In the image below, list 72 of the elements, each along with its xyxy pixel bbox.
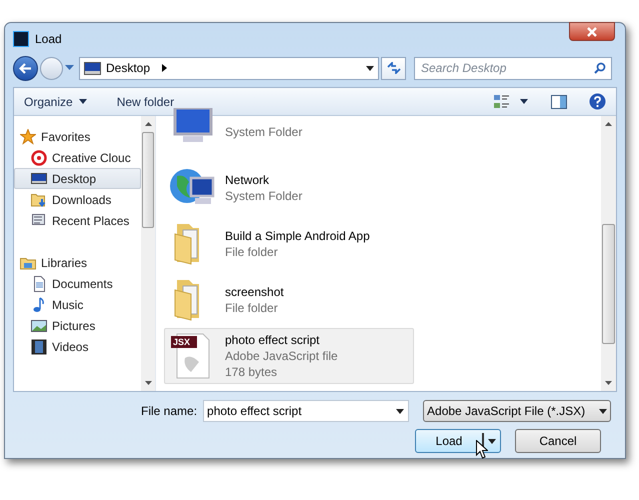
desktop-icon xyxy=(84,62,101,74)
search-icon xyxy=(594,62,606,74)
cancel-button[interactable]: Cancel xyxy=(515,429,601,453)
file-item[interactable]: screenshot File folder xyxy=(164,272,414,328)
file-detail: Adobe JavaScript file xyxy=(225,348,338,364)
file-detail: System Folder xyxy=(225,188,302,204)
scrollbar-thumb[interactable] xyxy=(142,132,154,228)
file-item[interactable]: JSX photo effect script Adobe JavaScript file 178 bytes xyxy=(164,328,414,384)
new-folder-button[interactable]: New folder xyxy=(116,92,174,110)
refresh-button[interactable] xyxy=(381,56,406,80)
organize-menu-button[interactable]: Organize xyxy=(24,92,87,110)
file-detail: System Folder xyxy=(225,124,302,140)
back-arrow-icon xyxy=(19,62,32,74)
download-folder-icon xyxy=(31,192,47,208)
scrollbar[interactable] xyxy=(141,116,155,391)
preview-pane-icon[interactable] xyxy=(551,94,567,108)
sidebar-item[interactable]: Music xyxy=(14,294,141,315)
picture-icon xyxy=(31,318,47,334)
file-item[interactable]: Network System Folder xyxy=(164,160,414,216)
star-icon xyxy=(20,128,36,144)
file-name: photo effect script xyxy=(225,332,320,348)
film-icon xyxy=(31,338,47,354)
sidebar-group[interactable]: Libraries xyxy=(14,252,141,273)
location-text: Desktop xyxy=(106,60,150,77)
dropdown-arrow-icon[interactable] xyxy=(366,66,374,70)
file-name: Network xyxy=(225,172,270,188)
dropdown-arrow-icon xyxy=(78,99,87,104)
sidebar-item[interactable]: Videos xyxy=(14,336,141,357)
scroll-down-icon[interactable] xyxy=(605,381,612,385)
desktop-icon xyxy=(31,170,47,186)
back-button[interactable] xyxy=(13,56,38,80)
file-name-label: File name: xyxy=(141,403,198,420)
dropdown-arrow-icon xyxy=(599,408,608,414)
file-name: screenshot xyxy=(225,284,284,300)
sidebar-item[interactable]: Documents xyxy=(14,273,141,294)
address-bar[interactable]: Desktop xyxy=(79,56,379,80)
close-button[interactable] xyxy=(569,22,615,41)
view-options-icon[interactable] xyxy=(494,94,510,108)
window-title: Load xyxy=(35,31,62,48)
scrollbar-thumb[interactable] xyxy=(602,224,615,344)
chevron-right-icon xyxy=(162,64,168,72)
search-field[interactable]: Search Desktop xyxy=(414,56,612,80)
sidebar-item[interactable]: Desktop xyxy=(14,168,141,189)
app-icon xyxy=(13,31,29,47)
sidebar-group[interactable]: Favorites xyxy=(14,126,141,147)
music-note-icon xyxy=(31,296,47,312)
mouse-cursor-icon xyxy=(476,440,488,459)
refresh-arrows-icon xyxy=(386,62,400,74)
help-icon[interactable] xyxy=(589,93,606,110)
file-type-dropdown[interactable]: Adobe JavaScript File (*.JSX) xyxy=(423,400,612,422)
file-name: Build a Simple Android App xyxy=(225,228,370,244)
cloud-app-icon xyxy=(31,150,47,166)
scroll-up-icon[interactable] xyxy=(144,122,152,126)
dropdown-arrow-icon[interactable] xyxy=(488,438,496,444)
scrollbar[interactable] xyxy=(601,116,616,391)
document-icon xyxy=(31,276,47,292)
file-name-field[interactable]: photo effect script xyxy=(203,400,410,422)
file-type-label: JSX xyxy=(173,337,190,347)
file-detail: 178 bytes xyxy=(225,364,278,380)
load-split-button[interactable]: Load xyxy=(415,429,501,453)
file-item[interactable]: Build a Simple Android App File folder xyxy=(164,216,414,272)
scroll-up-icon[interactable] xyxy=(605,122,612,126)
sidebar-item[interactable]: Creative Clouc xyxy=(14,147,141,168)
close-icon xyxy=(587,26,597,36)
sidebar-item[interactable]: Downloads xyxy=(14,189,141,210)
sidebar-item[interactable]: Recent Places xyxy=(14,210,141,231)
sidebar-item[interactable]: Pictures xyxy=(14,315,141,336)
dropdown-arrow-icon[interactable] xyxy=(520,99,528,104)
file-detail: File folder xyxy=(225,300,279,316)
dropdown-arrow-icon[interactable] xyxy=(396,409,404,414)
file-detail: File folder xyxy=(225,244,279,260)
scroll-down-icon[interactable] xyxy=(144,381,152,385)
